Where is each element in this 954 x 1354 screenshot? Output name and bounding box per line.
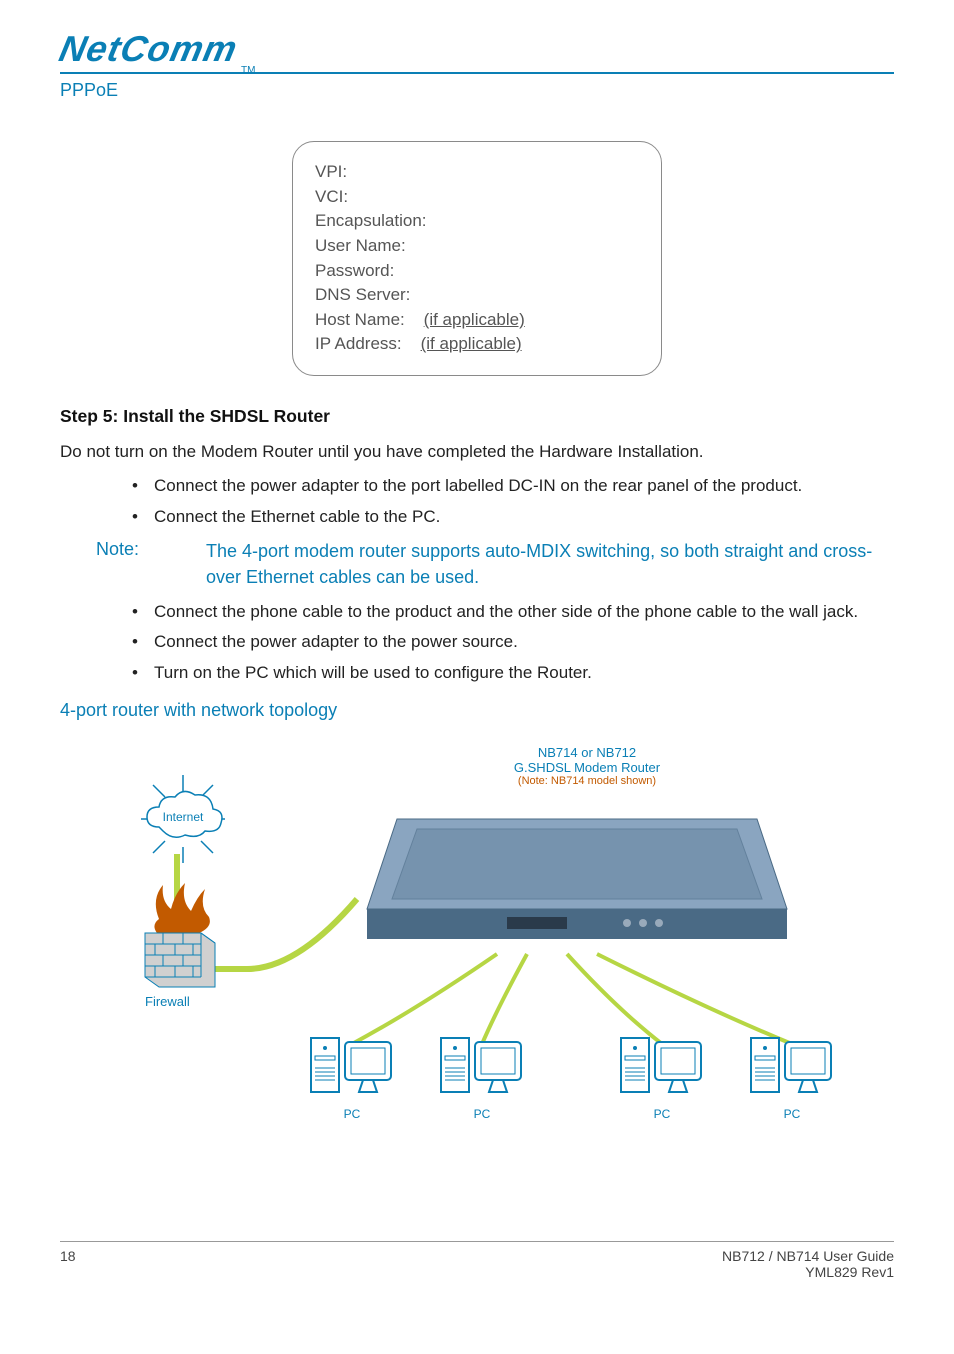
brand-name: NetComm (56, 28, 242, 70)
footer-rule (60, 1241, 894, 1242)
footer-doc-title: NB712 / NB714 User Guide (722, 1248, 894, 1264)
callout-hostname-suffix: (if applicable) (424, 310, 525, 329)
page-footer: 18 NB712 / NB714 User Guide YML829 Rev1 (60, 1241, 894, 1280)
callout-hostname-label: Host Name: (315, 310, 405, 329)
callout-hostname: Host Name: (if applicable) (315, 308, 639, 333)
pc-label: PC (307, 1107, 397, 1121)
callout-vpi: VPI: (315, 160, 639, 185)
list-item: Connect the phone cable to the product a… (132, 600, 894, 625)
pc-label: PC (437, 1107, 527, 1121)
callout-ip: IP Address: (if applicable) (315, 332, 639, 357)
step5-intro: Do not turn on the Modem Router until yo… (60, 441, 894, 464)
step5-bullets-b: Connect the phone cable to the product a… (60, 600, 894, 686)
footer-page-number: 18 (60, 1248, 76, 1280)
modem-router-icon (357, 799, 797, 969)
internet-label: Internet (163, 810, 204, 824)
list-item: Connect the power adapter to the power s… (132, 630, 894, 655)
footer-rev: YML829 Rev1 (722, 1264, 894, 1280)
note-label: Note: (96, 539, 206, 589)
firewall-label: Firewall (145, 994, 190, 1009)
note-text: The 4-port modem router supports auto-MD… (206, 539, 894, 589)
brand-logo: NetComm TM (60, 28, 894, 70)
modem-label-line3: (Note: NB714 model shown) (477, 775, 697, 787)
list-item: Turn on the PC which will be used to con… (132, 661, 894, 686)
callout-ip-suffix: (if applicable) (421, 334, 522, 353)
header-rule (60, 72, 894, 74)
step5-bullets-a: Connect the power adapter to the port la… (60, 474, 894, 529)
network-topology-diagram: Internet (97, 739, 857, 1149)
step5-heading: Step 5: Install the SHDSL Router (60, 406, 894, 427)
pc-icon-3: PC (617, 1034, 707, 1121)
isp-info-callout: VPI: VCI: Encapsulation: User Name: Pass… (292, 141, 662, 376)
list-item: Connect the Ethernet cable to the PC. (132, 505, 894, 530)
callout-password: Password: (315, 259, 639, 284)
modem-label-block: NB714 or NB712 G.SHDSL Modem Router (Not… (477, 745, 697, 787)
callout-dns: DNS Server: (315, 283, 639, 308)
pc-icon-4: PC (747, 1034, 837, 1121)
pc-icon-2: PC (437, 1034, 527, 1121)
callout-ip-label: IP Address: (315, 334, 402, 353)
section-title: PPPoE (60, 80, 894, 101)
callout-username: User Name: (315, 234, 639, 259)
callout-encapsulation: Encapsulation: (315, 209, 639, 234)
list-item: Connect the power adapter to the port la… (132, 474, 894, 499)
modem-label-line1: NB714 or NB712 (477, 745, 697, 760)
pc-label: PC (747, 1107, 837, 1121)
pc-label: PC (617, 1107, 707, 1121)
modem-label-line2: G.SHDSL Modem Router (477, 760, 697, 775)
topology-heading: 4-port router with network topology (60, 700, 894, 721)
pc-icon-1: PC (307, 1034, 397, 1121)
firewall-icon (139, 879, 229, 999)
callout-vci: VCI: (315, 185, 639, 210)
internet-cloud-icon: Internet (133, 769, 233, 869)
trademark-symbol: TM (241, 65, 255, 76)
note-row: Note: The 4-port modem router supports a… (60, 539, 894, 589)
